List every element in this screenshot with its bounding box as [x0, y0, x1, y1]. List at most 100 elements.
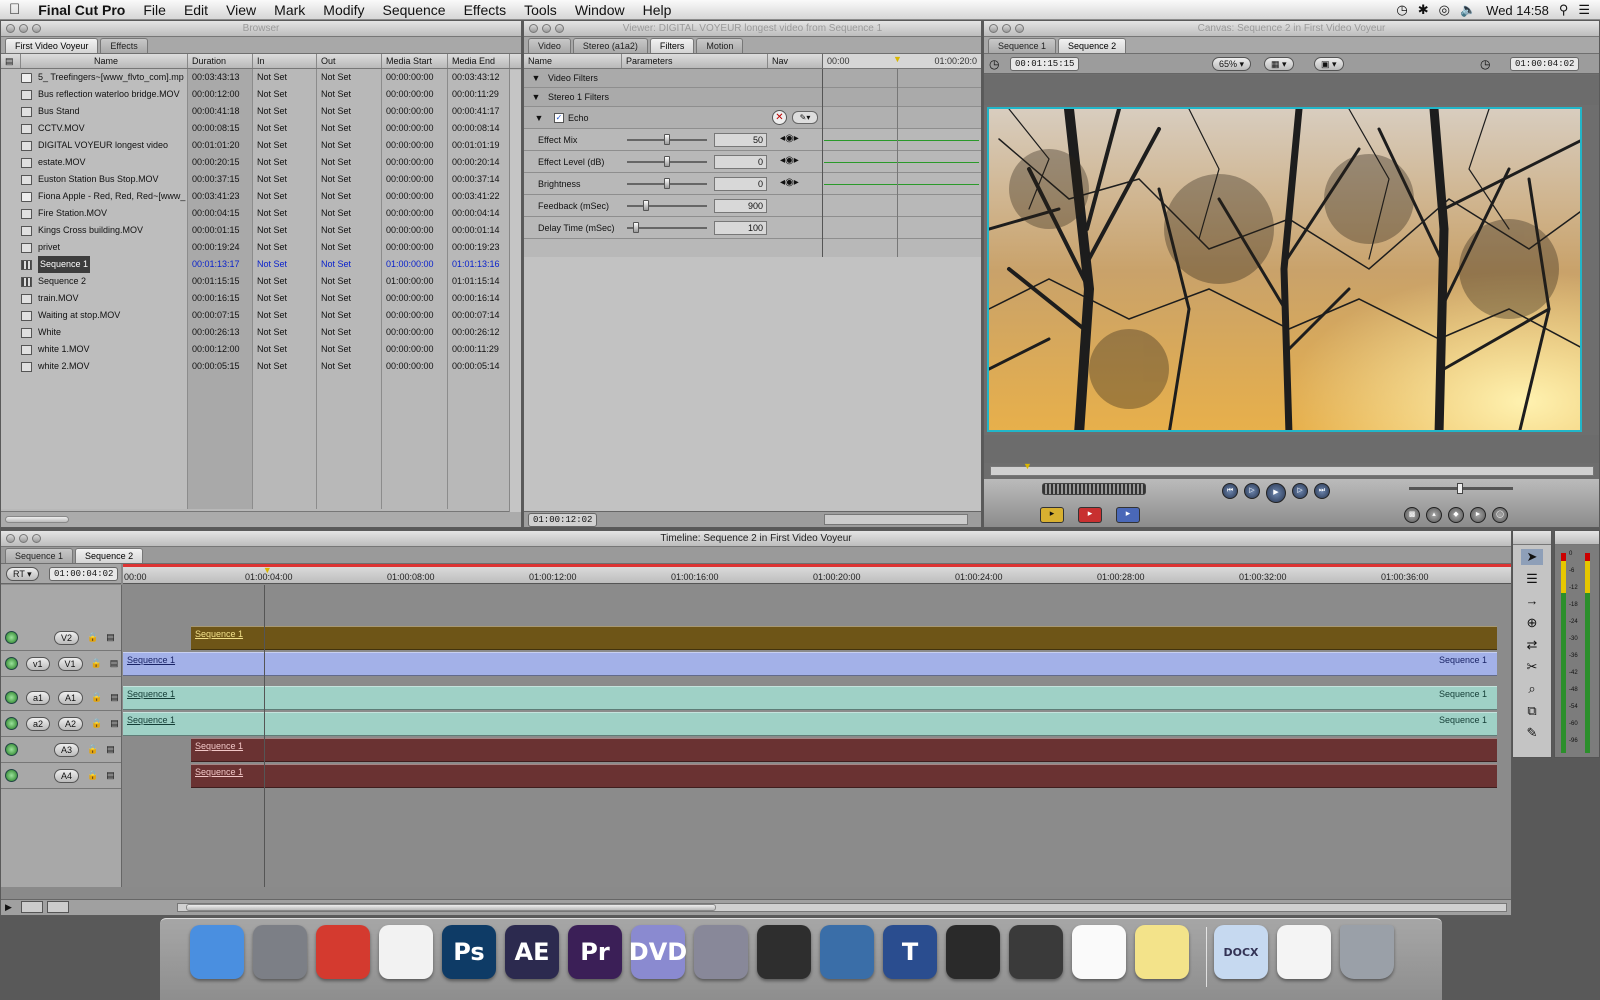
- timeline-clip[interactable]: Sequence 1: [191, 738, 1497, 762]
- browser-row[interactable]: Kings Cross building.MOV 00:00:01:15 Not S…: [1, 222, 521, 239]
- shuttle-control[interactable]: [1042, 483, 1146, 495]
- destination-track-label[interactable]: V1: [57, 656, 83, 671]
- dock-docx-icon[interactable]: DOCX: [1214, 925, 1268, 979]
- minimize-button[interactable]: [542, 24, 551, 33]
- crop-tool-icon[interactable]: ⧉: [1521, 703, 1543, 719]
- filters-keyframe-ruler[interactable]: 00:00 01:00:20:0 ▼: [823, 54, 981, 68]
- destination-track-label[interactable]: A4: [54, 768, 80, 783]
- slider-knob[interactable]: [664, 156, 670, 167]
- keyframe-navigation-icon[interactable]: ◂◉▸: [780, 133, 799, 144]
- dock-stickies-icon[interactable]: [1135, 925, 1189, 979]
- column-duration-header[interactable]: Duration: [188, 54, 253, 68]
- apple-menu-icon[interactable]: : [0, 1, 29, 18]
- dock-livetype-icon[interactable]: T: [883, 925, 937, 979]
- minimize-button[interactable]: [1002, 24, 1011, 33]
- slip-tool-icon[interactable]: ⇄: [1521, 637, 1543, 653]
- menu-app-name[interactable]: Final Cut Pro: [29, 2, 134, 18]
- browser-row[interactable]: Sequence 2 00:01:15:15 Not Set Not Set 01:00…: [1, 273, 521, 290]
- overwrite-edit-button[interactable]: ▸: [1078, 507, 1102, 523]
- zoom-tool-icon[interactable]: ⌕: [1521, 681, 1543, 697]
- close-button[interactable]: [6, 24, 15, 33]
- filter-options-menu[interactable]: ✎▾: [792, 111, 818, 124]
- scrollbar-thumb[interactable]: [5, 516, 69, 523]
- canvas-playhead-icon[interactable]: ▼: [1023, 461, 1032, 471]
- browser-row[interactable]: Fiona Apple - Red, Red, Red~[www_ 00:03:4…: [1, 188, 521, 205]
- tab-sequence-2[interactable]: Sequence 2: [1058, 38, 1127, 53]
- replace-edit-button[interactable]: ▸: [1116, 507, 1140, 523]
- tab-sequence-1[interactable]: Sequence 1: [988, 38, 1057, 53]
- timeline-clip[interactable]: Sequence 1 Sequence 1: [123, 712, 1497, 736]
- timeline-horizontal-scrollbar[interactable]: [177, 903, 1507, 912]
- video-filters-group[interactable]: ▼ Video Filters: [524, 69, 981, 88]
- tab-sequence-2[interactable]: Sequence 2: [75, 548, 144, 563]
- viewer-zoom-scrollbar[interactable]: [824, 514, 968, 525]
- dock-dvd-player-icon[interactable]: DVD: [629, 925, 687, 979]
- view-mode-popup[interactable]: ▦ ▾: [1264, 57, 1294, 71]
- browser-row[interactable]: Waiting at stop.MOV 00:00:07:15 Not Set Not…: [1, 307, 521, 324]
- dock-reminders-icon[interactable]: [1072, 925, 1126, 979]
- dock-after-effects-icon[interactable]: AE: [505, 925, 559, 979]
- wifi-icon[interactable]: ◎: [1439, 2, 1450, 18]
- add-marker-button[interactable]: ◯: [1492, 507, 1508, 523]
- browser-row[interactable]: train.MOV 00:00:16:15 Not Set Not Set 00:00:…: [1, 290, 521, 307]
- reset-filter-icon[interactable]: ✕: [772, 110, 787, 125]
- jog-control[interactable]: [1409, 483, 1513, 494]
- dock-photos-icon[interactable]: [379, 925, 433, 979]
- mark-in-button[interactable]: ▴: [1426, 507, 1442, 523]
- browser-row[interactable]: estate.MOV 00:00:20:15 Not Set Not Set 00:00…: [1, 154, 521, 171]
- next-edit-button[interactable]: ⏭: [1314, 483, 1330, 499]
- match-frame-button[interactable]: ▩: [1404, 507, 1420, 523]
- browser-row[interactable]: white 2.MOV 00:00:05:15 Not Set Not Set 00:0…: [1, 358, 521, 375]
- keyframe-navigation-icon[interactable]: ◂◉▸: [780, 155, 799, 166]
- tab-filters[interactable]: Filters: [649, 38, 695, 53]
- keyframe-navigation-icon[interactable]: ◂◉▸: [780, 177, 799, 188]
- column-in-header[interactable]: In: [253, 54, 317, 68]
- browser-row[interactable]: Fire Station.MOV 00:00:04:15 Not Set Not Se…: [1, 205, 521, 222]
- dock-premiere-icon[interactable]: Pr: [568, 925, 622, 979]
- source-patch[interactable]: a2: [26, 716, 51, 731]
- previous-edit-button[interactable]: ⏮: [1222, 483, 1238, 499]
- timeline-clip[interactable]: Sequence 1: [191, 626, 1497, 650]
- browser-row[interactable]: privet 00:00:19:24 Not Set Not Set 00:00:00:…: [1, 239, 521, 256]
- selection-tool-icon[interactable]: ➤: [1521, 549, 1543, 565]
- browser-row[interactable]: CCTV.MOV 00:00:08:15 Not Set Not Set 00:00:0…: [1, 120, 521, 137]
- auto-select-icon[interactable]: ▤: [110, 692, 119, 703]
- keyframe-overlays-toggle[interactable]: [47, 901, 69, 913]
- timeline-clip[interactable]: Sequence 1 Sequence 1: [123, 686, 1497, 710]
- parameter-value-field[interactable]: 50: [714, 133, 767, 147]
- column-media-start-header[interactable]: Media Start: [382, 54, 448, 68]
- canvas-video-frame[interactable]: [987, 107, 1582, 432]
- menu-mark[interactable]: Mark: [265, 2, 314, 18]
- menu-effects[interactable]: Effects: [455, 2, 516, 18]
- auto-select-icon[interactable]: ▤: [106, 632, 115, 643]
- menu-help[interactable]: Help: [634, 2, 681, 18]
- zoom-button[interactable]: [1015, 24, 1024, 33]
- dock-final-cut-icon[interactable]: [1009, 925, 1063, 979]
- destination-track-label[interactable]: V2: [54, 630, 80, 645]
- menu-clock[interactable]: Wed 14:58: [1486, 3, 1549, 18]
- timeline-clip[interactable]: Sequence 1 Sequence 1: [123, 652, 1497, 676]
- browser-row[interactable]: DIGITAL VOYEUR longest video 00:01:01:20 N…: [1, 137, 521, 154]
- rt-popup-menu[interactable]: RT ▾: [6, 567, 39, 581]
- dock-chrome-icon[interactable]: [316, 925, 370, 979]
- dock-motion-icon[interactable]: [820, 925, 874, 979]
- minimize-button[interactable]: [19, 24, 28, 33]
- menu-sequence[interactable]: Sequence: [374, 2, 455, 18]
- zoom-button[interactable]: [32, 534, 41, 543]
- viewer-title-bar[interactable]: Viewer: DIGITAL VOYEUR longest video fro…: [524, 21, 981, 37]
- bluetooth-icon[interactable]: ✱: [1418, 2, 1429, 18]
- lock-track-icon[interactable]: 🔒: [91, 718, 102, 729]
- disclosure-triangle-icon[interactable]: ▼: [524, 92, 548, 102]
- dock-launchpad-icon[interactable]: [253, 925, 307, 979]
- tab-stereo[interactable]: Stereo (a1a2): [572, 38, 648, 53]
- destination-track-label[interactable]: A2: [58, 716, 84, 731]
- timeline-current-timecode[interactable]: 01:00:04:02: [49, 567, 119, 581]
- disclosure-triangle-icon[interactable]: ▼: [524, 73, 548, 83]
- browser-row[interactable]: Sequence 1 00:01:13:17 Not Set Not Set 01:00…: [1, 256, 521, 273]
- dock-photoshop-icon[interactable]: Ps: [442, 925, 496, 979]
- parameter-value-field[interactable]: 100: [714, 221, 767, 235]
- lock-track-icon[interactable]: 🔒: [91, 692, 102, 703]
- play-around-button[interactable]: ▷: [1292, 483, 1308, 499]
- tab-sequence-1[interactable]: Sequence 1: [5, 548, 74, 563]
- lock-track-icon[interactable]: 🔒: [87, 632, 98, 643]
